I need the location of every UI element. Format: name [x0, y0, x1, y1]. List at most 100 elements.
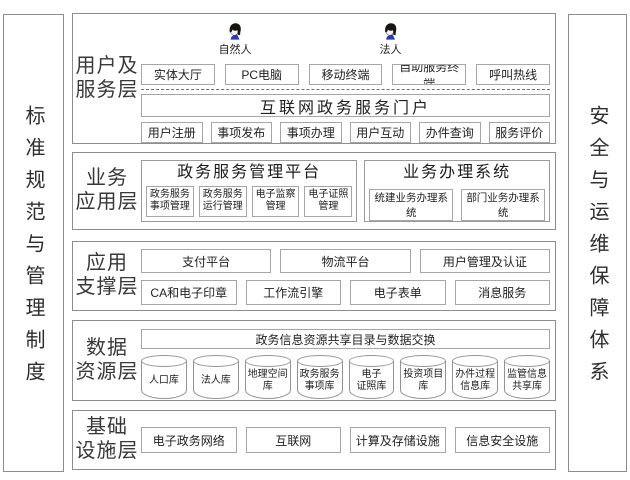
layer-infrastructure-label: 基础 设施层 — [73, 411, 141, 469]
support-row-1: 支付平台 物流平台 用户管理及认证 — [141, 249, 550, 273]
module-label-line: 政务服务 — [203, 189, 243, 202]
module-label-line: 运行管理 — [203, 201, 243, 214]
actor-label: 自然人 — [219, 41, 252, 57]
database-label-line: 政务服务 — [300, 369, 340, 381]
layer-app-support-label: 应用 支撑层 — [73, 242, 141, 310]
database-label: 地理空间 库 — [248, 367, 288, 393]
pillar-security-ops: 安全与运维保障体系 — [568, 14, 627, 472]
database-label-line: 事项库 — [300, 381, 340, 393]
database-label-line: 库 — [248, 381, 288, 393]
infrastructure-box: 计算及存储设施 — [350, 427, 446, 453]
support-box: 支付平台 — [141, 249, 271, 273]
group-business-systems: 业务办理系统 统建业务办理系统 部门业务办理系统 — [364, 160, 550, 222]
infrastructure-box: 互联网 — [246, 427, 342, 453]
module-label-line: 电子证照 — [308, 189, 348, 202]
module-label-line: 政务服务 — [150, 189, 190, 202]
function-box: 办件查询 — [419, 122, 481, 143]
pillar-standards-label: 标准规范与管理制度 — [19, 93, 48, 393]
layer-infrastructure-content: 电子政务网络 互联网 计算及存储设施 信息安全设施 — [141, 411, 550, 469]
person-icon — [383, 22, 398, 40]
pillar-standards: 标准规范与管理制度 — [3, 14, 64, 472]
layer-business-app-content: 政务服务管理平台 政务服务 事项管理 政务服务 运行管理 电子监察 管理 — [141, 153, 550, 229]
layer-label-line: 用户及 — [76, 55, 139, 79]
person-icon — [228, 22, 243, 40]
database-label-line: 投资项目 — [403, 369, 443, 381]
functions-row: 用户注册 事项发布 事项办理 用户互动 办件查询 服务评价 — [141, 122, 550, 143]
module-label-line: 管理 — [266, 201, 286, 214]
database-label-line: 办件过程 — [455, 369, 495, 381]
platform-module-box: 政务服务 事项管理 — [146, 186, 194, 217]
database-label-line: 库 — [403, 381, 443, 393]
layer-label-line: 设施层 — [76, 440, 139, 464]
database-cylinder: 人口库 — [141, 361, 187, 399]
actor-label: 法人 — [379, 41, 401, 57]
pillar-security-ops-label: 安全与运维保障体系 — [583, 93, 612, 393]
actors-row: 自然人 法人 — [141, 22, 550, 64]
support-row-2: CA和电子印章 工作流引擎 电子表单 消息服务 — [141, 280, 550, 305]
group-title: 业务办理系统 — [369, 163, 545, 184]
database-label-line: 证照库 — [356, 381, 386, 393]
database-label-line: 地理空间 — [248, 369, 288, 381]
layer-data-resource-content: 政务信息资源共享目录与数据交换 人口库 法人库 地理空间 — [141, 321, 550, 400]
database-cylinder: 投资项目 库 — [400, 361, 446, 399]
databases-row: 人口库 法人库 地理空间 库 — [141, 361, 550, 399]
support-box: 工作流引擎 — [246, 280, 342, 305]
module-label-line: 事项管理 — [150, 201, 190, 214]
database-label-line: 共享库 — [507, 381, 547, 393]
database-cylinder: 电子 证照库 — [349, 361, 395, 399]
architecture-diagram: 标准规范与管理制度 安全与运维保障体系 用户及 服务层 自然人 — [0, 0, 630, 480]
channels-row: 实体大厅 PC电脑 移动终端 自助服务终端 呼叫热线 — [141, 64, 550, 85]
layer-label-line: 服务层 — [76, 79, 139, 103]
database-label-line: 信息库 — [455, 381, 495, 393]
channel-box: 呼叫热线 — [476, 64, 550, 85]
infrastructure-box: 电子政务网络 — [141, 427, 237, 453]
layer-app-support: 应用 支撑层 支付平台 物流平台 用户管理及认证 CA和电子印章 工作流引擎 电… — [72, 241, 556, 311]
database-cylinder: 地理空间 库 — [245, 361, 291, 399]
database-label: 办件过程 信息库 — [455, 367, 495, 393]
layer-infrastructure: 基础 设施层 电子政务网络 互联网 计算及存储设施 信息安全设施 — [72, 410, 556, 470]
layer-label-line: 应用层 — [76, 191, 139, 215]
layer-label-line: 支撑层 — [76, 276, 139, 300]
support-box: CA和电子印章 — [141, 280, 237, 305]
database-label-line: 人口库 — [149, 375, 179, 387]
group-items-row: 统建业务办理系统 部门业务办理系统 — [369, 189, 545, 221]
layer-label-line: 应用 — [86, 252, 128, 276]
platform-module-box: 电子监察 管理 — [252, 186, 300, 217]
platform-module-box: 电子证照 管理 — [304, 186, 352, 217]
layer-user-service-content: 自然人 法人 实体大厅 PC电脑 移动终端 自助服务终端 呼叫热线 — [141, 14, 550, 143]
channel-box: 移动终端 — [309, 64, 383, 85]
layer-label-line: 数据 — [86, 337, 128, 361]
database-label-line: 电子 — [356, 369, 386, 381]
database-label: 政务服务 事项库 — [300, 367, 340, 393]
layer-business-app-label: 业务 应用层 — [73, 153, 141, 229]
layer-user-service-label: 用户及 服务层 — [73, 14, 141, 143]
group-title: 政务服务管理平台 — [146, 163, 352, 184]
portal-box: 互联网政务服务门户 — [141, 94, 550, 117]
support-box: 消息服务 — [455, 280, 551, 305]
function-box: 事项发布 — [211, 122, 273, 143]
function-box: 事项办理 — [280, 122, 342, 143]
support-box: 用户管理及认证 — [420, 249, 550, 273]
dashed-divider — [141, 89, 550, 90]
system-box: 统建业务办理系统 — [369, 189, 453, 221]
group-gov-service-platform: 政务服务管理平台 政务服务 事项管理 政务服务 运行管理 电子监察 管理 — [141, 160, 357, 222]
database-cylinder: 监管信息 共享库 — [504, 361, 550, 399]
support-box: 物流平台 — [280, 249, 410, 273]
function-box: 服务评价 — [489, 122, 551, 143]
channel-box: 自助服务终端 — [392, 64, 466, 85]
layer-app-support-content: 支付平台 物流平台 用户管理及认证 CA和电子印章 工作流引擎 电子表单 消息服… — [141, 242, 550, 310]
function-box: 用户注册 — [141, 122, 203, 143]
support-box: 电子表单 — [350, 280, 446, 305]
actor-legal-person: 法人 — [379, 22, 401, 57]
database-label-line: 监管信息 — [507, 369, 547, 381]
database-cylinder: 法人库 — [193, 361, 239, 399]
layer-data-resource: 数据 资源层 政务信息资源共享目录与数据交换 人口库 法人库 — [72, 320, 556, 401]
infrastructure-box: 信息安全设施 — [455, 427, 551, 453]
function-box: 用户互动 — [350, 122, 412, 143]
infrastructure-row: 电子政务网络 互联网 计算及存储设施 信息安全设施 — [141, 427, 550, 453]
channel-box: PC电脑 — [225, 64, 299, 85]
database-label: 投资项目 库 — [403, 367, 443, 393]
database-label: 法人库 — [201, 373, 231, 387]
layer-label-line: 资源层 — [76, 361, 139, 385]
database-cylinder: 办件过程 信息库 — [452, 361, 498, 399]
